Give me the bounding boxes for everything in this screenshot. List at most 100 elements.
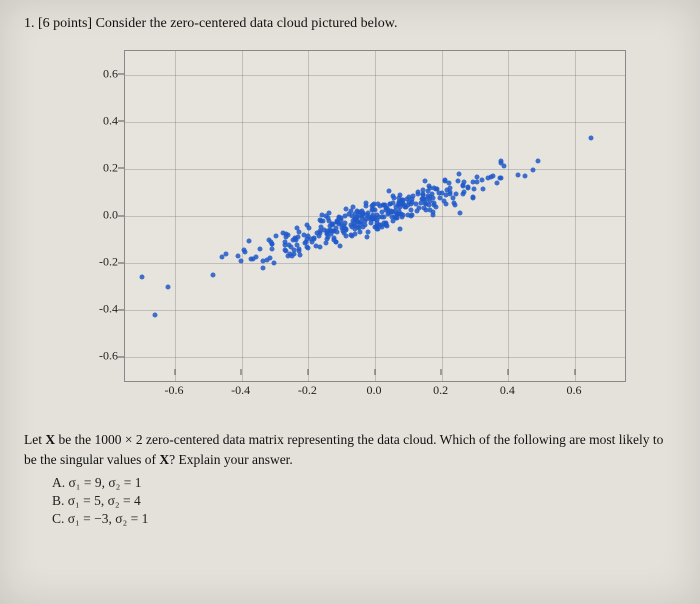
- data-point: [326, 235, 331, 240]
- question-header: 1. [6 points] Consider the zero-centered…: [24, 16, 678, 32]
- data-point: [377, 222, 382, 227]
- matrix-X: X: [159, 452, 169, 467]
- data-point: [397, 227, 402, 232]
- data-point: [454, 191, 459, 196]
- y-tick-label: 0.0: [80, 208, 118, 223]
- data-point: [457, 171, 462, 176]
- data-point: [494, 180, 499, 185]
- data-point: [338, 243, 343, 248]
- data-point: [338, 216, 343, 221]
- y-tick-label: -0.2: [80, 255, 118, 270]
- y-tick-label: 0.2: [80, 160, 118, 175]
- data-point: [447, 191, 452, 196]
- data-point: [423, 178, 428, 183]
- data-point: [366, 229, 371, 234]
- data-point: [376, 214, 381, 219]
- data-point: [352, 218, 357, 223]
- y-tick-label: -0.4: [80, 302, 118, 317]
- data-point: [280, 231, 285, 236]
- data-point: [139, 275, 144, 280]
- data-point: [465, 185, 470, 190]
- data-point: [336, 221, 341, 226]
- data-point: [306, 233, 311, 238]
- data-point: [318, 245, 323, 250]
- data-point: [417, 206, 422, 211]
- x-tick-label: 0.2: [433, 383, 448, 398]
- data-point: [319, 218, 324, 223]
- data-point: [388, 208, 393, 213]
- x-tick-label: 0.6: [567, 383, 582, 398]
- question-number: 1.: [24, 16, 35, 31]
- data-point: [410, 212, 415, 217]
- data-point: [248, 256, 253, 261]
- data-point: [270, 247, 275, 252]
- data-point: [415, 191, 420, 196]
- data-point: [407, 199, 412, 204]
- choice-A: A. σ₁ = 9, σ₂ = 1: [52, 475, 678, 491]
- data-point: [363, 200, 368, 205]
- data-point: [153, 313, 158, 318]
- data-point: [531, 167, 536, 172]
- data-point: [430, 210, 435, 215]
- data-point: [395, 212, 400, 217]
- body-text: be the 1000 × 2 zero-centered data matri…: [24, 432, 663, 467]
- data-point: [223, 251, 228, 256]
- question-points: [6 points]: [38, 16, 92, 31]
- plot-area: [124, 50, 626, 382]
- matrix-X: X: [45, 432, 55, 447]
- data-point: [515, 173, 520, 178]
- data-point: [410, 194, 415, 199]
- data-point: [355, 210, 360, 215]
- data-point: [292, 236, 297, 241]
- data-point: [297, 247, 302, 252]
- choice-text: σ₁ = 5, σ₂ = 4: [68, 493, 141, 508]
- data-point: [287, 252, 292, 257]
- choice-label: A.: [52, 475, 65, 490]
- data-point: [260, 265, 265, 270]
- choice-text: σ₁ = 9, σ₂ = 1: [69, 475, 142, 490]
- data-point: [384, 221, 389, 226]
- data-point: [427, 195, 432, 200]
- data-point: [210, 273, 215, 278]
- data-point: [498, 176, 503, 181]
- data-point: [349, 224, 354, 229]
- choice-B: B. σ₁ = 5, σ₂ = 4: [52, 493, 678, 509]
- data-point: [485, 176, 490, 181]
- data-point: [333, 239, 338, 244]
- data-point: [432, 186, 437, 191]
- data-point: [368, 221, 373, 226]
- data-point: [461, 182, 466, 187]
- data-point: [405, 213, 410, 218]
- data-point: [452, 201, 457, 206]
- data-point: [423, 201, 428, 206]
- x-tick-label: -0.4: [231, 383, 250, 398]
- data-point: [442, 179, 447, 184]
- data-point: [421, 191, 426, 196]
- data-point: [344, 228, 349, 233]
- data-point: [391, 201, 396, 206]
- data-point: [289, 244, 294, 249]
- data-point: [481, 186, 486, 191]
- data-point: [455, 179, 460, 184]
- data-point: [304, 223, 309, 228]
- data-point: [470, 179, 475, 184]
- data-point: [271, 260, 276, 265]
- data-point: [359, 213, 364, 218]
- x-tick-label: -0.6: [165, 383, 184, 398]
- choice-label: C.: [52, 511, 64, 526]
- page: 1. [6 points] Consider the zero-centered…: [0, 0, 700, 604]
- data-point: [268, 240, 273, 245]
- data-point: [438, 195, 443, 200]
- data-point: [426, 184, 431, 189]
- data-point: [588, 135, 593, 140]
- data-point: [432, 203, 437, 208]
- data-point: [239, 259, 244, 264]
- y-tick-label: -0.6: [80, 349, 118, 364]
- y-tick-label: 0.4: [80, 113, 118, 128]
- body-text: Let: [24, 432, 45, 447]
- data-point: [369, 203, 374, 208]
- x-tick-label: -0.2: [298, 383, 317, 398]
- data-point: [361, 225, 366, 230]
- data-point: [273, 234, 278, 239]
- x-tick-label: 0.4: [500, 383, 515, 398]
